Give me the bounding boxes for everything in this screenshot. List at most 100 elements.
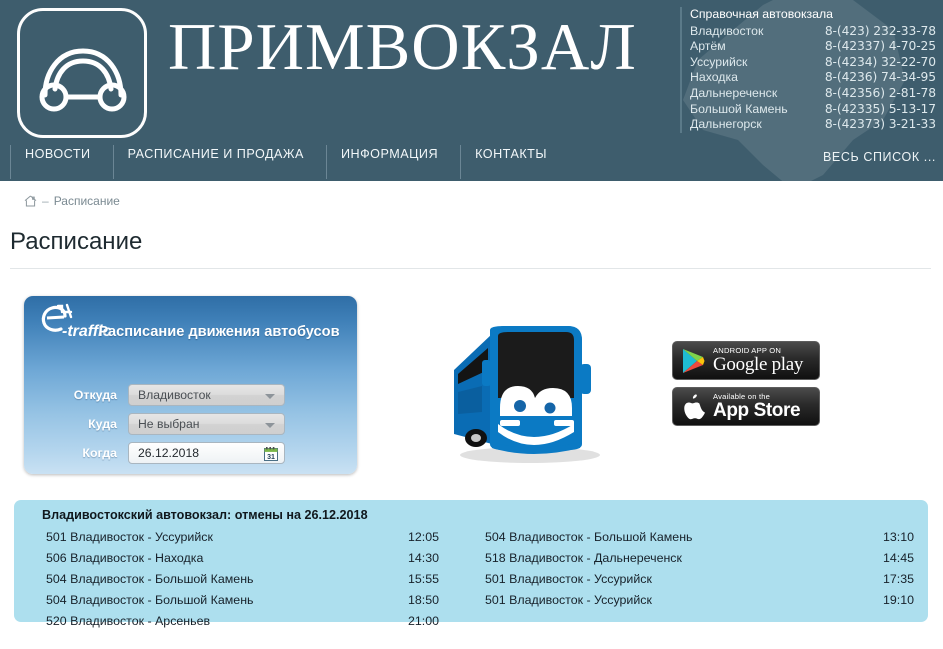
to-label: Куда <box>88 417 117 431</box>
page-title: Расписание <box>10 228 143 255</box>
bus-illustration-icon <box>454 326 600 463</box>
google-play-text: ANDROID APP ON Google play <box>713 347 803 375</box>
directory-row: Дальнегорск 8-(42373) 3-21-33 <box>690 117 936 133</box>
directory-row: Артём 8-(42337) 4-70-25 <box>690 39 936 55</box>
directory-phone: 8-(423) 232-33-78 <box>824 23 936 38</box>
route-label: 504 Владивосток - Большой Камень <box>485 529 693 544</box>
google-play-badge[interactable]: ANDROID APP ON Google play <box>672 341 820 380</box>
route-label: 504 Владивосток - Большой Камень <box>46 592 254 607</box>
route-time: 17:35 <box>882 571 914 586</box>
route-label: 504 Владивосток - Большой Камень <box>46 571 254 586</box>
nav-item-schedule-sales[interactable]: РАСПИСАНИЕ И ПРОДАЖА <box>112 145 326 179</box>
to-value: Не выбран <box>138 417 200 431</box>
svg-text:31: 31 <box>267 454 275 461</box>
directory-city: Находка <box>690 70 738 85</box>
cancellations-columns: 501 Владивосток - Уссурийск 12:05 506 Вл… <box>14 526 928 631</box>
table-row[interactable]: 501 Владивосток - Уссурийск 12:05 <box>14 526 471 547</box>
nav-item-news[interactable]: НОВОСТИ <box>10 145 113 179</box>
route-label: 501 Владивосток - Уссурийск <box>485 571 652 586</box>
date-input[interactable]: 26.12.2018 31 <box>128 442 285 464</box>
when-label: Когда <box>82 446 117 460</box>
table-row[interactable]: 501 Владивосток - Уссурийск 17:35 <box>471 568 928 589</box>
google-play-small: ANDROID APP ON <box>713 345 782 355</box>
route-time: 19:10 <box>882 592 914 607</box>
directory-city: Владивосток <box>690 23 764 38</box>
table-row[interactable]: 506 Владивосток - Находка 14:30 <box>14 547 471 568</box>
apple-icon <box>673 393 713 421</box>
breadcrumb-separator: – <box>42 194 49 208</box>
directory-city: Уссурийск <box>690 54 748 69</box>
table-row[interactable]: 504 Владивосток - Большой Камень 13:10 <box>471 526 928 547</box>
route-time: 13:10 <box>882 529 914 544</box>
route-time: 18:50 <box>407 592 439 607</box>
directory-phone: 8-(42373) 3-21-33 <box>824 117 936 132</box>
directory-city: Большой Камень <box>690 101 788 116</box>
route-time: 21:00 <box>407 613 439 628</box>
main-navigation: НОВОСТИ РАСПИСАНИЕ И ПРОДАЖА ИНФОРМАЦИЯ … <box>10 145 569 181</box>
route-label: 501 Владивосток - Уссурийск <box>485 592 652 607</box>
cartoon-bus-image <box>432 312 632 467</box>
directory-phone: 8-(42356) 2-81-78 <box>824 85 936 100</box>
directory-phone: 8-(4236) 74-34-95 <box>824 70 936 85</box>
route-time: 15:55 <box>407 571 439 586</box>
directory-phone: 8-(42337) 4-70-25 <box>824 39 936 54</box>
cancellations-left-column: 501 Владивосток - Уссурийск 12:05 506 Вл… <box>14 526 471 631</box>
route-label: 506 Владивосток - Находка <box>46 550 204 565</box>
app-store-text: Available on the App Store <box>713 391 801 422</box>
breadcrumb-current[interactable]: Расписание <box>54 194 120 208</box>
form-row-from: Откуда Владивосток <box>24 384 285 406</box>
directory-phone: 8-(42335) 5-13-17 <box>824 101 936 116</box>
table-row[interactable]: 501 Владивосток - Уссурийск 19:10 <box>471 589 928 610</box>
chevron-down-icon <box>265 423 275 428</box>
app-store-big: App Store <box>713 400 801 422</box>
directory-city: Артём <box>690 39 726 54</box>
directory-row: Находка 8-(4236) 74-34-95 <box>690 70 936 86</box>
directory-row: Владивосток 8-(423) 232-33-78 <box>690 24 936 40</box>
title-divider <box>10 268 931 269</box>
google-play-icon <box>673 348 713 374</box>
home-icon[interactable] <box>24 195 37 207</box>
breadcrumb: – Расписание <box>24 194 120 208</box>
all-list-link[interactable]: ВЕСЬ СПИСОК ... <box>823 150 936 164</box>
bus-front-icon <box>39 48 127 112</box>
table-row[interactable]: 504 Владивосток - Большой Камень 18:50 <box>14 589 471 610</box>
table-row[interactable]: 518 Владивосток - Дальнереченск 14:45 <box>471 547 928 568</box>
from-value: Владивосток <box>138 388 211 402</box>
from-label: Откуда <box>73 388 117 402</box>
form-row-when: Когда 26.12.2018 31 <box>24 442 285 464</box>
route-label: 518 Владивосток - Дальнереченск <box>485 550 682 565</box>
schedule-search-panel: -traffic Расписание движения автобусов О… <box>24 296 357 474</box>
cancellations-panel: Владивостокский автовокзал: отмены на 26… <box>14 500 928 628</box>
table-row[interactable]: 520 Владивосток - Арсеньев 21:00 <box>14 610 471 631</box>
directory-city: Дальнереченск <box>690 85 778 100</box>
site-header: ПРИМВОКЗАЛ Справочная автовокзала Владив… <box>0 0 943 181</box>
calendar-icon[interactable]: 31 <box>263 446 279 462</box>
route-time: 14:30 <box>407 550 439 565</box>
directory-row: Уссурийск 8-(4234) 32-22-70 <box>690 55 936 71</box>
app-badges: ANDROID APP ON Google play Available on … <box>672 341 822 433</box>
station-info-directory: Справочная автовокзала Владивосток 8-(42… <box>680 7 936 133</box>
logo-frame[interactable] <box>17 8 147 138</box>
directory-city: Дальнегорск <box>690 117 762 132</box>
app-store-badge[interactable]: Available on the App Store <box>672 387 820 426</box>
route-time: 12:05 <box>407 529 439 544</box>
date-value: 26.12.2018 <box>138 446 199 460</box>
to-select[interactable]: Не выбран <box>128 413 285 435</box>
from-select[interactable]: Владивосток <box>128 384 285 406</box>
brand-title: ПРИМВОКЗАЛ <box>168 10 637 84</box>
app-store-small: Available on the <box>713 391 771 401</box>
search-panel-heading: Расписание движения автобусов <box>98 324 340 340</box>
google-play-big: Google play <box>713 354 804 376</box>
route-label: 501 Владивосток - Уссурийск <box>46 529 213 544</box>
table-row[interactable]: 504 Владивосток - Большой Камень 15:55 <box>14 568 471 589</box>
nav-item-contacts[interactable]: КОНТАКТЫ <box>460 145 569 179</box>
nav-item-information[interactable]: ИНФОРМАЦИЯ <box>325 145 460 179</box>
route-time: 14:45 <box>882 550 914 565</box>
directory-phone: 8-(4234) 32-22-70 <box>824 54 936 69</box>
chevron-down-icon <box>265 394 275 399</box>
directory-row: Дальнереченск 8-(42356) 2-81-78 <box>690 86 936 102</box>
directory-title: Справочная автовокзала <box>690 7 833 21</box>
form-row-to: Куда Не выбран <box>24 413 285 435</box>
cancellations-right-column: 504 Владивосток - Большой Камень 13:10 5… <box>471 526 928 631</box>
directory-row: Большой Камень 8-(42335) 5-13-17 <box>690 102 936 118</box>
